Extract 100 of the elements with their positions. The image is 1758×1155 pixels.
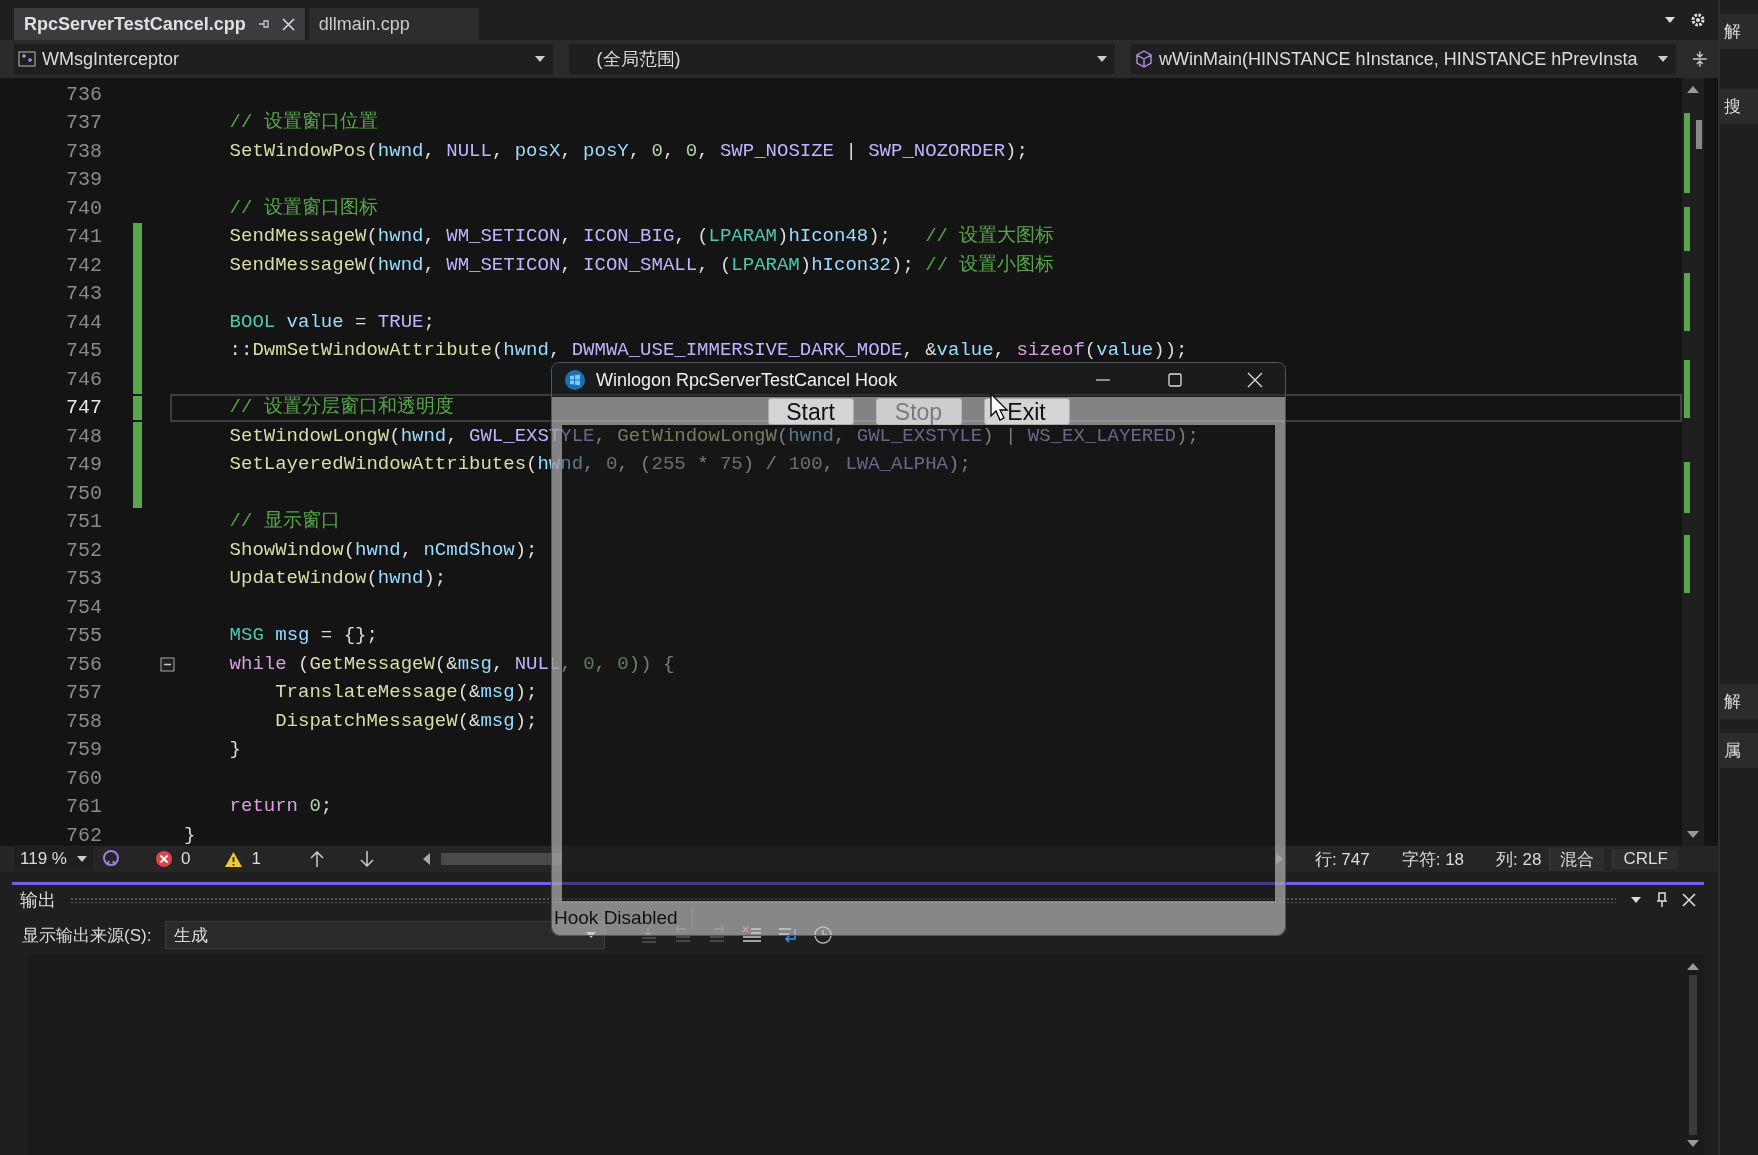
line-number: 754 bbox=[65, 595, 102, 619]
warning-count[interactable]: 1 bbox=[251, 849, 261, 869]
scroll-up-icon[interactable] bbox=[1686, 84, 1700, 94]
line-number: 739 bbox=[65, 168, 102, 192]
sidebar-tab[interactable]: 解 bbox=[1720, 684, 1758, 719]
code-line: return 0; bbox=[228, 796, 333, 818]
code-line: // 设置窗口图标 bbox=[228, 197, 378, 219]
code-line: // 设置窗口位置 bbox=[228, 112, 378, 134]
dialog-button[interactable]: Start bbox=[767, 398, 854, 425]
caret-icon bbox=[76, 856, 87, 862]
clock-icon[interactable] bbox=[813, 925, 834, 945]
code-line: // 显示窗口 bbox=[228, 511, 340, 533]
close-icon[interactable] bbox=[1682, 893, 1696, 907]
caret-icon bbox=[534, 56, 545, 62]
collapse-icon[interactable] bbox=[159, 656, 175, 672]
code-line: } bbox=[228, 739, 241, 761]
column-indicator[interactable]: 列: 28 bbox=[1496, 847, 1542, 871]
scroll-left-icon[interactable] bbox=[422, 853, 431, 865]
scroll-down-icon[interactable] bbox=[1686, 830, 1700, 840]
status-text: Hook Disabled bbox=[554, 907, 693, 929]
sidebar-tab[interactable]: 属 bbox=[1720, 733, 1758, 768]
project-dropdown[interactable]: WMsgInterceptor bbox=[14, 44, 553, 74]
code-line: MSG msg = {}; bbox=[228, 625, 378, 647]
line-number: 747 bbox=[65, 396, 102, 420]
code-line: SendMessageW(hwnd, WM_SETICON, ICON_BIG, (LPARAM)hIcon48); // 设置大图标 bbox=[228, 226, 1055, 248]
scroll-up-icon[interactable] bbox=[1686, 961, 1700, 971]
line-number: 748 bbox=[65, 424, 102, 448]
line-number: 745 bbox=[65, 339, 102, 363]
line-ending-indicator[interactable]: CRLF bbox=[1612, 849, 1678, 869]
line-number: 753 bbox=[65, 567, 102, 591]
line-number: 757 bbox=[65, 681, 102, 705]
line-number: 758 bbox=[65, 709, 102, 733]
close-icon[interactable] bbox=[1247, 372, 1263, 388]
dropdown-caret-icon[interactable] bbox=[1664, 16, 1676, 24]
horizontal-scrollbar[interactable] bbox=[422, 853, 1283, 865]
split-icon[interactable] bbox=[1692, 50, 1708, 68]
line-number: 737 bbox=[65, 111, 102, 135]
cube-icon bbox=[1134, 50, 1153, 68]
settings-icon[interactable] bbox=[1690, 12, 1706, 28]
code-line: SendMessageW(hwnd, WM_SETICON, ICON_SMALL, (LPARAM)hIcon32); // 设置小图标 bbox=[228, 254, 1055, 276]
file-tab[interactable]: RpcServerTestCancel.cpp bbox=[14, 8, 305, 40]
vertical-scrollbar[interactable] bbox=[1682, 78, 1704, 846]
code-line: SetWindowLongW(hwnd, GWL_EXSTYLE, GetWindowLongW(hwnd, GWL_EXSTYLE) | WS_EX_LAYERED); bbox=[228, 425, 1199, 447]
code-line: // 设置分层窗口和透明度 bbox=[228, 397, 454, 419]
scroll-right-icon[interactable] bbox=[1274, 853, 1283, 865]
line-number: 736 bbox=[65, 82, 102, 106]
up-arrow-icon[interactable] bbox=[308, 850, 325, 868]
down-arrow-icon[interactable] bbox=[358, 850, 375, 868]
line-number: 742 bbox=[65, 253, 102, 277]
code-line: } bbox=[183, 824, 196, 846]
sidebar-tab[interactable]: 搜 bbox=[1720, 89, 1758, 124]
member-dropdown[interactable]: wWinMain(HINSTANCE hInstance, HINSTANCE hPrevInsta bbox=[1130, 44, 1677, 74]
dropdown-caret-icon[interactable] bbox=[1630, 896, 1642, 904]
line-number: 750 bbox=[65, 481, 102, 505]
line-number: 746 bbox=[65, 367, 102, 391]
pin-icon[interactable] bbox=[257, 18, 270, 30]
code-line: BOOL value = TRUE; bbox=[228, 311, 435, 333]
clear-all-icon[interactable] bbox=[741, 925, 764, 945]
code-line: DispatchMessageW(&msg); bbox=[274, 710, 538, 732]
cursor-icon bbox=[990, 393, 1010, 421]
line-number: 743 bbox=[65, 282, 102, 306]
encoding-indicator[interactable]: 混合 bbox=[1549, 847, 1605, 871]
zoom-dropdown[interactable]: 119 % bbox=[14, 847, 93, 871]
line-number: 762 bbox=[65, 823, 102, 846]
code-line: UpdateWindow(hwnd); bbox=[228, 568, 447, 590]
line-number: 761 bbox=[65, 795, 102, 819]
line-indicator[interactable]: 行: 747 bbox=[1314, 847, 1370, 871]
warning-icon[interactable] bbox=[224, 850, 244, 868]
caret-icon bbox=[586, 932, 597, 938]
maximize-icon[interactable] bbox=[1167, 372, 1183, 388]
code-line: ShowWindow(hwnd, nCmdShow); bbox=[228, 539, 538, 561]
scroll-thumb[interactable] bbox=[1696, 119, 1702, 149]
error-count[interactable]: 0 bbox=[180, 849, 191, 869]
line-number: 749 bbox=[65, 453, 102, 477]
file-tab[interactable]: dllmain.cpp bbox=[308, 8, 479, 40]
line-number: 760 bbox=[65, 766, 102, 790]
scope-dropdown[interactable]: (全局范围) bbox=[568, 44, 1115, 74]
caret-icon bbox=[1096, 56, 1107, 62]
line-number: 759 bbox=[65, 738, 102, 762]
code-line: TranslateMessage(&msg); bbox=[274, 682, 538, 704]
pin-icon[interactable] bbox=[1656, 892, 1668, 908]
line-number: 738 bbox=[65, 139, 102, 163]
line-number: 755 bbox=[65, 624, 102, 648]
line-number: 740 bbox=[65, 196, 102, 220]
panel-title: 输出 bbox=[20, 889, 56, 912]
caret-icon bbox=[1658, 56, 1669, 62]
scroll-down-icon[interactable] bbox=[1686, 1139, 1700, 1149]
line-number: 756 bbox=[65, 652, 102, 676]
sidebar-tab[interactable]: 解 bbox=[1720, 14, 1758, 49]
line-number: 741 bbox=[65, 225, 102, 249]
code-line: SetWindowPos(hwnd, NULL, posX, posY, 0, 0, SWP_NOSIZE | SWP_NOZORDER); bbox=[228, 140, 1028, 162]
line-number: 751 bbox=[65, 510, 102, 534]
window-title: Winlogon RpcServerTestCancel Hook bbox=[596, 369, 898, 391]
class-icon bbox=[18, 51, 36, 67]
char-indicator[interactable]: 字符: 18 bbox=[1401, 847, 1465, 871]
error-icon[interactable] bbox=[154, 850, 173, 868]
app-icon bbox=[564, 369, 586, 391]
line-number: 744 bbox=[65, 310, 102, 334]
close-icon[interactable] bbox=[281, 17, 295, 31]
line-number: 752 bbox=[65, 538, 102, 562]
